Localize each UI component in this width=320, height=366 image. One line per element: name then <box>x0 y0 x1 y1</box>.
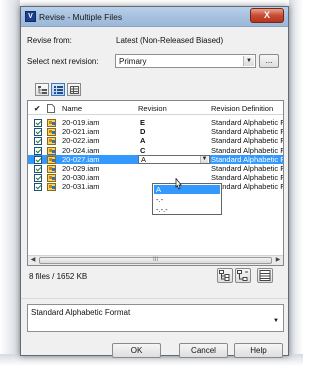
file-name: 20-029.iam <box>62 164 100 173</box>
table-row[interactable]: 20-021.iam D Standard Alphabetic F <box>28 127 284 137</box>
next-revision-select[interactable]: Primary ▼ <box>115 54 256 68</box>
row-checkbox[interactable] <box>34 119 42 127</box>
list-view-icon[interactable] <box>51 83 65 96</box>
assembly-file-icon <box>47 128 56 137</box>
scroll-right-icon[interactable]: ▶ <box>273 256 283 265</box>
column-icon-header[interactable] <box>47 104 55 115</box>
assembly-file-icon <box>47 165 56 173</box>
revision-select[interactable]: A ▼ <box>138 154 210 164</box>
close-button[interactable]: X <box>250 8 284 23</box>
revise-from-label: Revise from: <box>27 36 72 45</box>
file-name: 20-030.iam <box>62 173 100 183</box>
mouse-cursor-icon <box>175 178 183 190</box>
row-checkbox[interactable] <box>34 146 42 155</box>
row-checkbox[interactable] <box>34 165 42 173</box>
revision-definition: Standard Alphabetic F <box>211 127 284 137</box>
scroll-thumb[interactable]: III <box>39 257 272 264</box>
file-name: 20-031.iam <box>62 182 100 192</box>
revision-definition: Standard Alphabetic F <box>211 145 284 155</box>
file-name: 20-027.iam <box>62 154 100 164</box>
dropdown-option[interactable]: -.-.- <box>154 205 220 214</box>
revision-scheme-button[interactable]: ... <box>259 54 279 68</box>
table-row[interactable]: 20-029.iam Standard Alphabetic F <box>28 164 283 173</box>
dropdown-option[interactable]: -.- <box>154 195 220 204</box>
column-name-header[interactable]: Name <box>62 104 82 113</box>
tree-view-icon[interactable] <box>35 83 49 96</box>
document-icon <box>47 104 55 113</box>
table-row[interactable]: 20-019.iam E Standard Alphabetic F <box>28 118 283 127</box>
title-bar[interactable]: V Revise - Multiple Files X <box>21 7 288 27</box>
app-icon: V <box>25 11 36 22</box>
revision-definition: Standard Alphabetic F <box>211 118 284 127</box>
file-name: 20-019.iam <box>62 118 100 127</box>
revision-definition: Standard Alphabetic F <box>211 173 284 183</box>
next-revision-value: Primary <box>119 57 147 66</box>
revision-value[interactable]: E <box>140 118 145 127</box>
revision-definition-description[interactable]: Standard Alphabetic Format ▼ <box>27 304 284 332</box>
revision-definition: Standard Alphabetic F <box>211 136 284 146</box>
files-summary: 8 files / 1652 KB <box>29 272 88 281</box>
assembly-file-icon <box>47 183 56 192</box>
horizontal-scrollbar[interactable]: ◀ III ▶ <box>28 255 283 265</box>
revision-value[interactable]: A <box>140 136 145 145</box>
row-checkbox[interactable] <box>34 128 42 137</box>
collapse-tree-icon[interactable] <box>235 268 251 283</box>
assembly-file-icon <box>47 155 56 164</box>
dropdown-option[interactable]: A <box>154 185 220 194</box>
description-text: Standard Alphabetic Format <box>31 308 131 317</box>
next-revision-label: Select next revision: <box>27 57 99 66</box>
revision-value[interactable]: D <box>140 127 145 136</box>
row-checkbox[interactable] <box>34 183 42 192</box>
revision-value: A <box>141 154 147 164</box>
chevron-down-icon[interactable]: ▼ <box>243 56 254 66</box>
file-name: 20-024.iam <box>62 145 100 155</box>
revision-dropdown-list[interactable]: A -.- -.-.- <box>152 183 222 215</box>
column-definition-header[interactable]: Revision Definition <box>211 104 273 113</box>
revise-from-value: Latest (Non-Released Biased) <box>116 36 224 45</box>
file-name: 20-021.iam <box>62 127 100 137</box>
background-shade-right <box>289 0 303 366</box>
row-checkbox[interactable] <box>34 137 42 146</box>
row-checkbox[interactable] <box>34 155 42 164</box>
revision-definition: Standard Alphabetic F <box>211 164 284 173</box>
table-row[interactable]: 20-030.iam Standard Alphabetic F <box>28 173 284 183</box>
revision-value[interactable]: C <box>140 146 145 155</box>
ok-button[interactable]: OK <box>112 343 161 358</box>
grid-settings-icon[interactable] <box>257 268 273 283</box>
chevron-down-icon[interactable]: ▼ <box>273 318 279 324</box>
help-button[interactable]: Help <box>234 343 283 358</box>
separator <box>21 298 288 299</box>
window-title: Revise - Multiple Files <box>39 12 123 22</box>
column-revision-header[interactable]: Revision <box>138 104 167 113</box>
chevron-down-icon[interactable]: ▼ <box>200 155 208 163</box>
assembly-file-icon <box>47 119 56 127</box>
scroll-left-icon[interactable]: ◀ <box>28 256 38 265</box>
assembly-file-icon <box>47 137 56 146</box>
row-checkbox[interactable] <box>34 174 42 183</box>
table-row[interactable]: 20-024.iam C Standard Alphabetic F <box>28 146 283 155</box>
revise-dialog: V Revise - Multiple Files X Revise from:… <box>20 6 289 358</box>
assembly-file-icon <box>47 146 56 155</box>
revision-definition: Standard Alphabetic F <box>211 154 284 164</box>
cancel-button[interactable]: Cancel <box>179 343 228 358</box>
assembly-file-icon <box>47 174 56 183</box>
table-row[interactable]: 20-027.iam A ▼ Standard Alphabetic F <box>28 154 284 164</box>
expand-tree-icon[interactable] <box>217 268 233 283</box>
table-row[interactable]: 20-022.iam A Standard Alphabetic F <box>28 136 284 146</box>
background-shade-left <box>0 0 20 366</box>
details-view-icon[interactable] <box>67 83 81 96</box>
grid-header: ✔ Name Revision Revision Definition <box>28 101 283 115</box>
column-check-header[interactable]: ✔ <box>34 104 40 113</box>
file-name: 20-022.iam <box>62 136 100 146</box>
